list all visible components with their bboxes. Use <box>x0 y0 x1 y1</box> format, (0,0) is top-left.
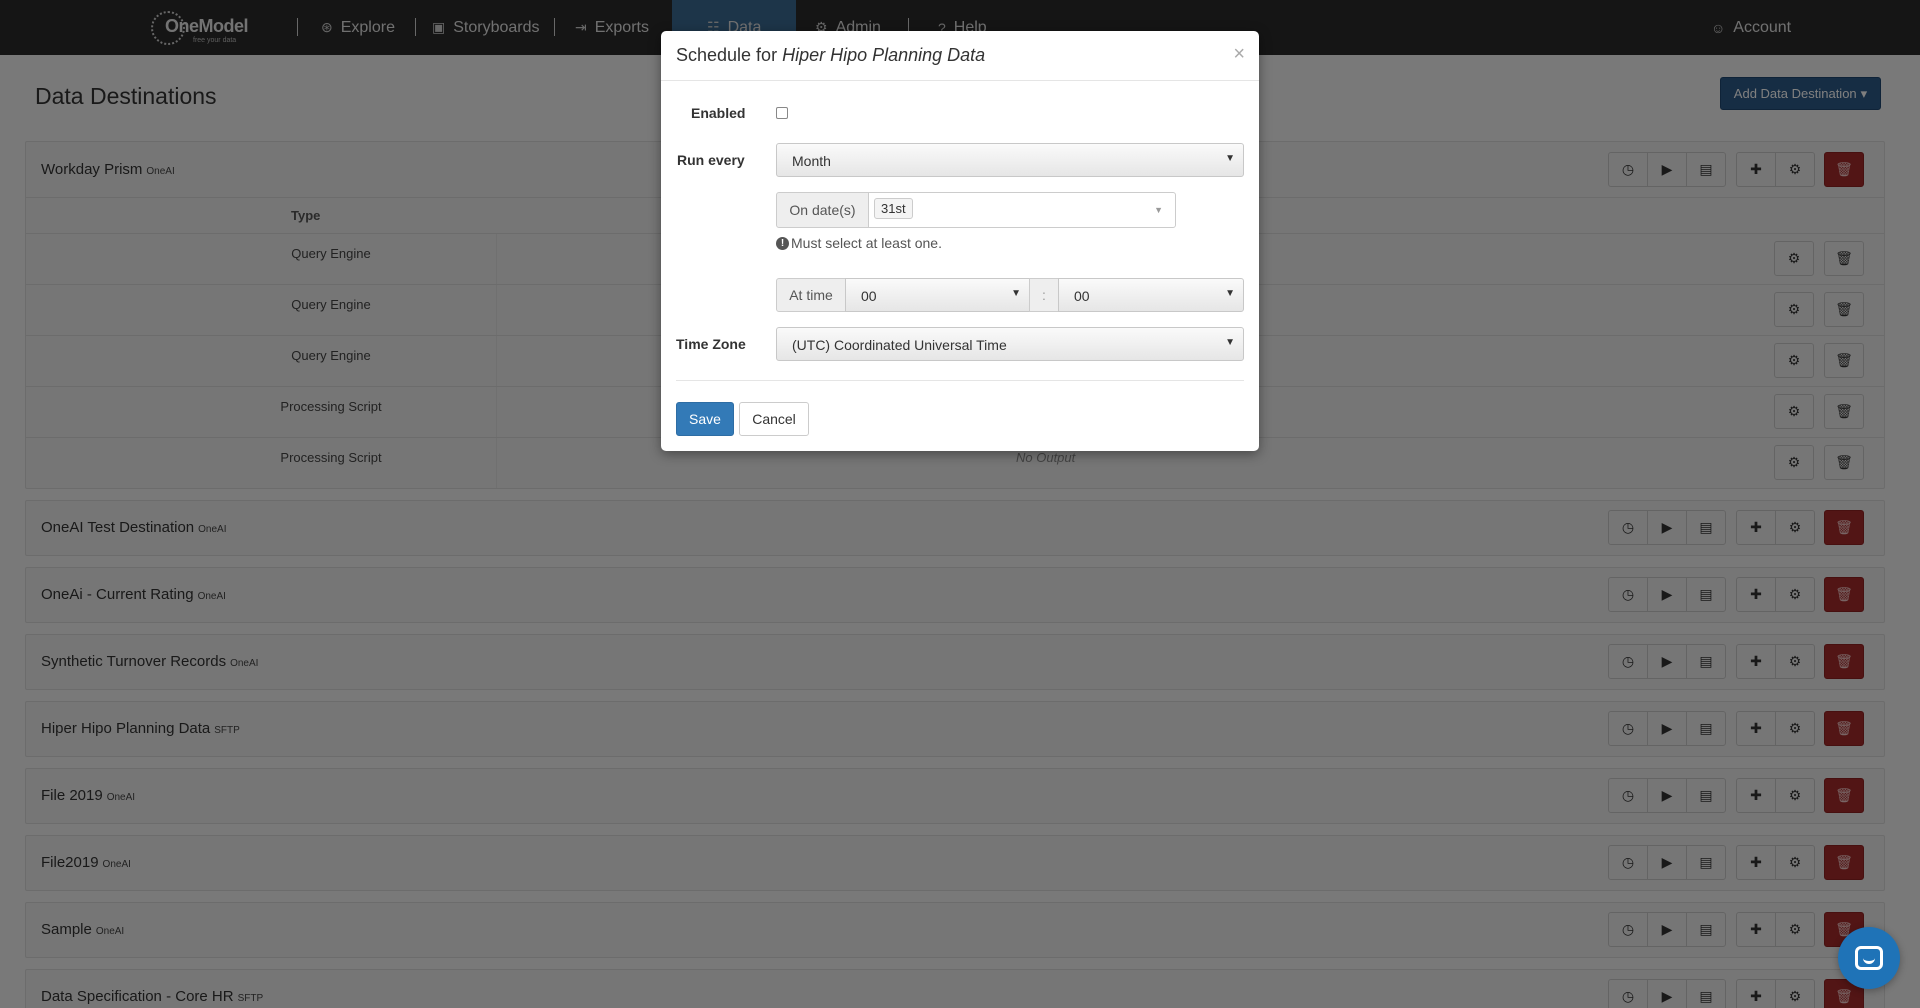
enabled-label: Enabled <box>691 105 746 121</box>
close-icon[interactable]: × <box>1233 43 1245 66</box>
caret-down-icon: ▼ <box>1225 288 1235 299</box>
modal-title-prefix: Schedule for <box>676 45 783 65</box>
caret-down-icon: ▼ <box>1225 153 1235 164</box>
time-separator: : <box>1029 278 1059 312</box>
info-icon: ! <box>776 236 789 250</box>
run-every-value: Month <box>792 153 831 169</box>
validation-help-text: Must select at least one. <box>791 235 942 251</box>
modal-header: Schedule for Hiper Hipo Planning Data × <box>661 31 1259 81</box>
minute-select[interactable]: 00 ▼ <box>1058 278 1244 312</box>
on-dates-addon: On date(s) <box>776 192 869 228</box>
modal-title-destination: Hiper Hipo Planning Data <box>782 45 986 65</box>
hour-select[interactable]: 00 ▼ <box>845 278 1030 312</box>
timezone-value: (UTC) Coordinated Universal Time <box>792 337 1007 353</box>
save-button[interactable]: Save <box>676 402 734 436</box>
chat-launcher-button[interactable] <box>1838 927 1900 989</box>
enabled-checkbox[interactable] <box>776 107 788 119</box>
validation-help: ! Must select at least one. <box>776 235 942 251</box>
minute-value: 00 <box>1074 288 1090 304</box>
modal-divider <box>676 380 1244 381</box>
run-every-label: Run every <box>677 152 745 168</box>
cancel-button[interactable]: Cancel <box>739 402 809 436</box>
hour-value: 00 <box>861 288 877 304</box>
caret-down-icon: ▼ <box>1225 337 1235 348</box>
schedule-modal: Schedule for Hiper Hipo Planning Data × … <box>661 31 1259 451</box>
timezone-label: Time Zone <box>676 336 746 352</box>
timezone-select[interactable]: (UTC) Coordinated Universal Time ▼ <box>776 327 1244 361</box>
at-time-addon: At time <box>776 278 846 312</box>
modal-title: Schedule for Hiper Hipo Planning Data <box>676 45 985 66</box>
run-every-select[interactable]: Month ▼ <box>776 143 1244 177</box>
chat-icon <box>1855 946 1883 970</box>
caret-down-icon: ▼ <box>1154 205 1163 215</box>
date-chip[interactable]: 31st <box>874 198 913 219</box>
dates-multiselect[interactable]: 31st ▼ <box>868 192 1176 228</box>
caret-down-icon: ▼ <box>1011 288 1021 299</box>
